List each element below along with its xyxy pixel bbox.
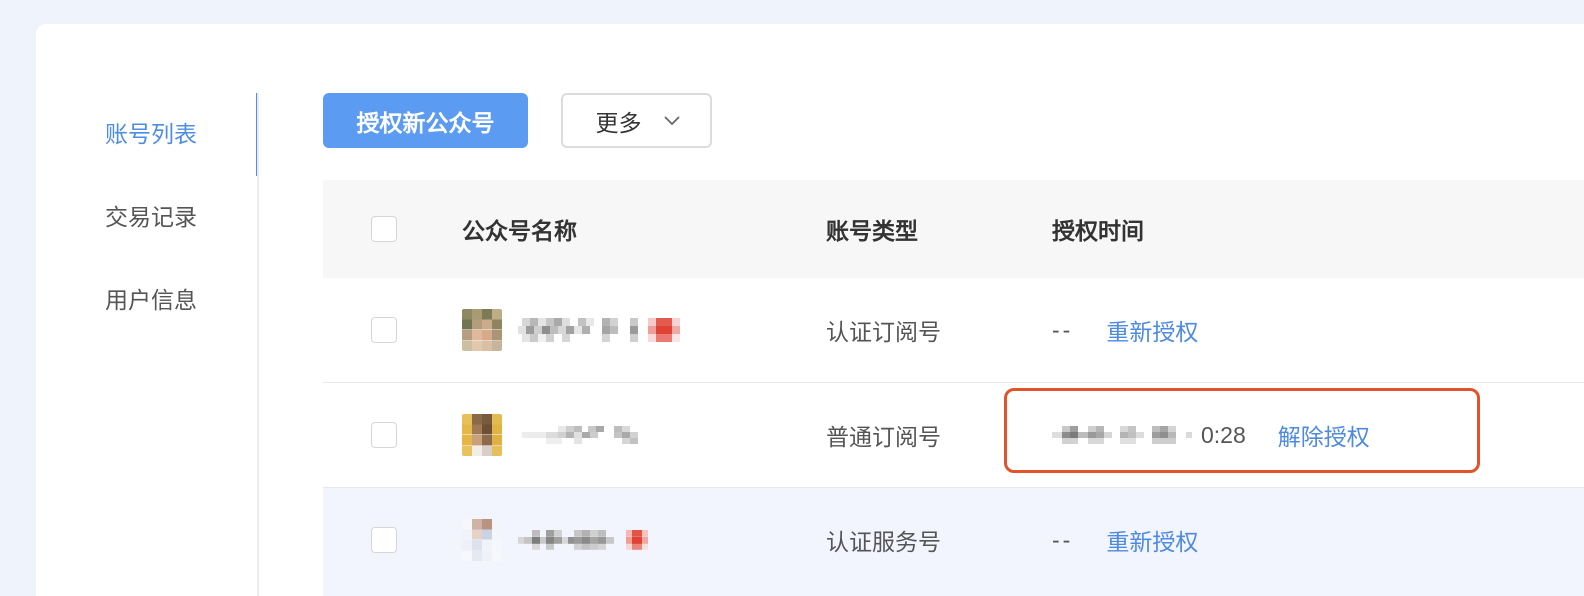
account-avatar <box>462 414 502 456</box>
row-checkbox[interactable] <box>371 317 397 343</box>
column-header-type: 账号类型 <box>826 218 918 244</box>
sidebar-item-account-list[interactable]: 账号列表 <box>36 93 259 176</box>
account-type-cell: 认证订阅号 <box>826 319 941 345</box>
auth-time-value: 0:28 <box>1201 421 1246 448</box>
redacted-account-name <box>518 318 680 342</box>
column-header-auth-time: 授权时间 <box>1052 218 1144 244</box>
accounts-table: 公众号名称 账号类型 授权时间 认证订阅号 -- 重新授权 普通订阅号 0:28… <box>323 180 1584 596</box>
auth-time-value: -- <box>1052 316 1074 343</box>
authorize-new-account-button[interactable]: 授权新公众号 <box>323 93 528 148</box>
account-name-cell <box>462 414 826 456</box>
more-button-label: 更多 <box>595 109 642 136</box>
account-avatar <box>462 309 502 351</box>
account-avatar <box>462 519 502 561</box>
table-row: 认证订阅号 -- 重新授权 <box>323 278 1584 383</box>
row-checkbox[interactable] <box>371 527 397 553</box>
account-name-cell <box>462 519 826 561</box>
auth-time-cell: -- 重新授权 <box>1052 523 1584 557</box>
auth-time-value: -- <box>1052 526 1074 553</box>
toolbar: 授权新公众号 更多 <box>323 93 712 148</box>
sidebar-item-user-info[interactable]: 用户信息 <box>36 259 259 342</box>
row-checkbox-cell <box>323 317 462 343</box>
main-card: 账号列表 交易记录 用户信息 授权新公众号 更多 公众号名称 账号类型 授权时间 <box>36 24 1584 596</box>
header-checkbox-cell <box>323 216 462 242</box>
auth-time-cell: 0:28 解除授权 <box>1052 418 1584 452</box>
reauthorize-link[interactable]: 重新授权 <box>1106 523 1198 557</box>
row-checkbox-cell <box>323 422 462 448</box>
more-dropdown-button[interactable]: 更多 <box>561 93 712 148</box>
table-header: 公众号名称 账号类型 授权时间 <box>323 180 1584 278</box>
redacted-auth-date <box>1052 426 1192 444</box>
redacted-account-name <box>518 530 648 550</box>
table-row: 认证服务号 -- 重新授权 <box>323 488 1584 596</box>
row-checkbox[interactable] <box>371 422 397 448</box>
chevron-down-icon <box>664 116 680 126</box>
column-header-name: 公众号名称 <box>462 218 577 244</box>
sidebar-divider <box>257 93 259 596</box>
sidebar-nav: 账号列表 交易记录 用户信息 <box>36 93 259 342</box>
reauthorize-link[interactable]: 重新授权 <box>1106 313 1198 347</box>
account-type-cell: 普通订阅号 <box>826 424 941 450</box>
row-checkbox-cell <box>323 527 462 553</box>
redacted-account-name <box>518 426 640 444</box>
auth-time-cell: -- 重新授权 <box>1052 313 1584 347</box>
table-row: 普通订阅号 0:28 解除授权 <box>323 383 1584 488</box>
account-type-cell: 认证服务号 <box>826 529 941 555</box>
sidebar-item-transaction-records[interactable]: 交易记录 <box>36 176 259 259</box>
revoke-authorization-link[interactable]: 解除授权 <box>1278 418 1370 452</box>
select-all-checkbox[interactable] <box>371 216 397 242</box>
account-name-cell <box>462 309 826 351</box>
